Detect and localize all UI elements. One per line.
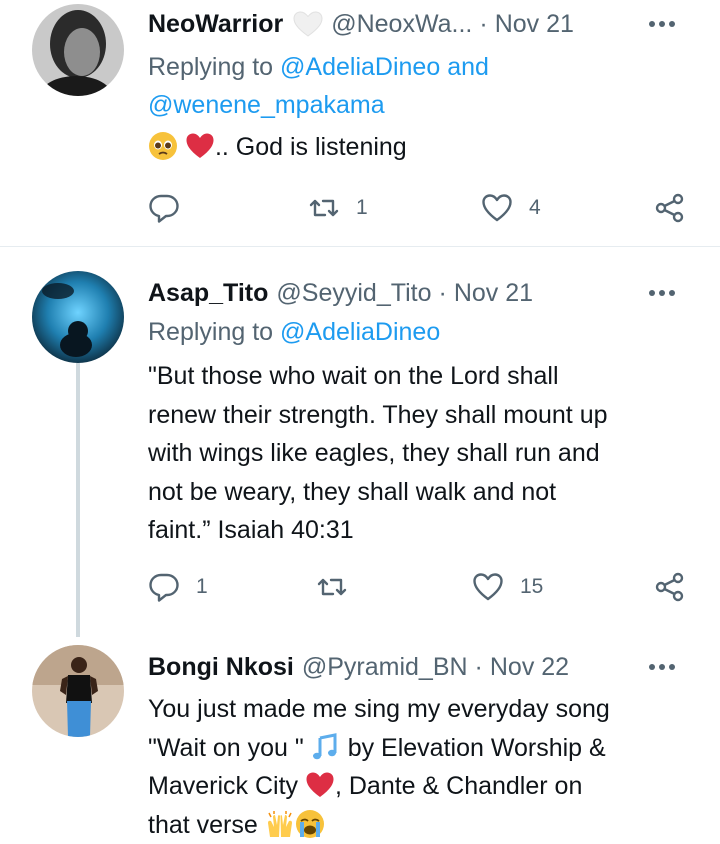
retweet-button[interactable] xyxy=(316,567,348,607)
tweet-body: .. God is listening xyxy=(214,133,407,161)
white-heart-icon xyxy=(293,11,323,37)
tweet-body-line: renew their strength. They shall mount u… xyxy=(148,400,608,429)
red-heart-emoji xyxy=(186,133,214,158)
tweet-body-line: Maverick City , Dante & Chandler on xyxy=(148,772,583,800)
reply-button[interactable] xyxy=(148,188,180,228)
tweet-text: .. God is listening xyxy=(148,128,680,167)
musical-notes-emoji xyxy=(312,732,337,759)
tweet-body-line: "But those who wait on the Lord shall xyxy=(148,362,559,390)
tweet-body-line: not be weary, they shall walk and not xyxy=(148,477,557,506)
thread-line xyxy=(76,363,80,637)
reply-joiner: and xyxy=(447,53,489,81)
tweet-text: "But those who wait on the Lord shall re… xyxy=(148,357,680,550)
retweet-count: 1 xyxy=(356,196,368,219)
like-icon xyxy=(482,194,512,222)
more-options-icon[interactable] xyxy=(644,273,680,313)
tweet-actions: 1 4 xyxy=(148,188,692,228)
reply-icon xyxy=(149,573,179,602)
loudly-crying-face-emoji xyxy=(295,809,324,838)
like-icon xyxy=(473,573,503,601)
pleading-face-emoji xyxy=(149,132,177,160)
raising-hands-emoji xyxy=(267,810,292,837)
tweet-body-line: faint.” Isaiah 40:31 xyxy=(148,516,354,544)
tweet-date[interactable]: Nov 22 xyxy=(490,653,569,682)
replying-to: Replying to @AdeliaDineo xyxy=(148,318,441,346)
tweet-body-line: that verse xyxy=(148,806,680,844)
like-button[interactable]: 15 xyxy=(472,567,543,607)
retweet-button[interactable]: 1 xyxy=(308,188,368,228)
tweet-date[interactable]: Nov 21 xyxy=(454,279,533,308)
tweet-body-line: "Wait on you " by Elevation Worship & xyxy=(148,732,606,762)
tweet-body-line: with wings like eagles, they shall run a… xyxy=(148,439,600,467)
like-button[interactable]: 4 xyxy=(481,188,541,228)
tweet-date[interactable]: Nov 21 xyxy=(495,10,574,39)
user-handle[interactable]: @Seyyid_Tito xyxy=(276,279,431,308)
like-count: 15 xyxy=(520,575,544,598)
share-button[interactable] xyxy=(654,188,686,228)
user-handle[interactable]: @Pyramid_BN xyxy=(302,653,468,682)
mention-link[interactable]: @wenene_mpakama xyxy=(148,91,385,119)
tweet-bongi-nkosi[interactable]: Bongi Nkosi @Pyramid_BN · Nov 22 You jus… xyxy=(0,637,720,844)
share-icon xyxy=(655,193,684,223)
retweet-icon xyxy=(309,199,339,217)
red-heart-emoji xyxy=(306,772,334,797)
tweet-text: You just made me sing my everyday song "… xyxy=(148,690,680,844)
separator-dot: · xyxy=(438,278,447,307)
avatar[interactable] xyxy=(32,645,124,737)
reply-button[interactable]: 1 xyxy=(148,567,208,607)
display-name[interactable]: NeoWarrior xyxy=(148,10,283,39)
share-button[interactable] xyxy=(654,567,686,607)
separator-dot: · xyxy=(479,9,488,38)
user-handle[interactable]: @NeoxWa... xyxy=(331,10,472,39)
tweet-asap-tito[interactable]: Asap_Tito @Seyyid_Tito · Nov 21 Replying… xyxy=(0,247,720,637)
share-icon xyxy=(655,572,684,602)
tweet-actions: 1 15 xyxy=(148,567,692,607)
reply-icon xyxy=(149,194,179,223)
separator-dot: · xyxy=(474,652,483,681)
avatar[interactable] xyxy=(32,4,124,96)
tweet-body-line: You just made me sing my everyday song xyxy=(148,695,610,723)
retweet-icon xyxy=(317,578,347,596)
like-count: 4 xyxy=(529,196,541,219)
replying-to: Replying to @AdeliaDineo and @wenene_mpa… xyxy=(148,53,489,119)
more-options-icon[interactable] xyxy=(644,647,680,687)
more-options-icon[interactable] xyxy=(644,4,680,44)
display-name[interactable]: Asap_Tito xyxy=(148,279,268,308)
mention-link[interactable]: @AdeliaDineo xyxy=(280,318,440,346)
display-name[interactable]: Bongi Nkosi xyxy=(148,653,294,682)
avatar[interactable] xyxy=(32,271,124,363)
reply-count: 1 xyxy=(196,575,208,598)
mention-link[interactable]: @AdeliaDineo xyxy=(280,53,440,81)
tweet-neowarrior[interactable]: NeoWarrior @NeoxWa... · Nov 21 Replying … xyxy=(0,0,720,246)
